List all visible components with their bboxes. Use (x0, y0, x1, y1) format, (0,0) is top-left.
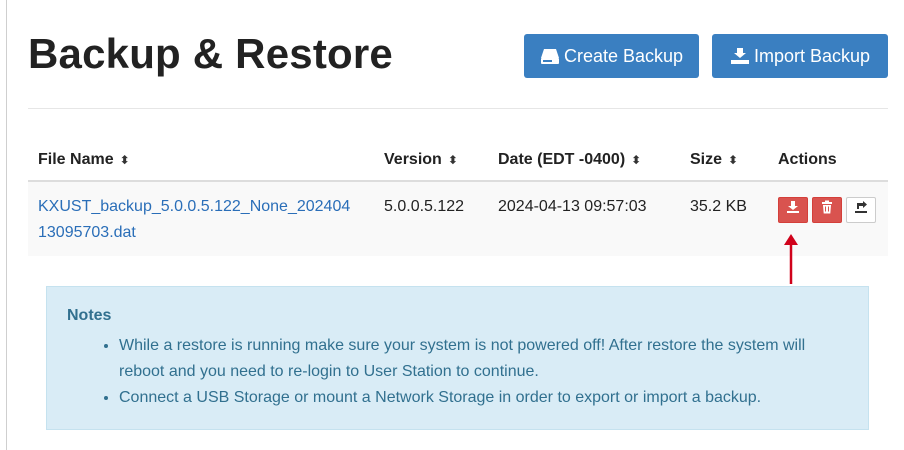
notes-panel: Notes While a restore is running make su… (46, 286, 869, 430)
table-row: KXUST_backup_5.0.0.5.122_None_2024041309… (28, 181, 888, 256)
file-name-header-label: File Name (38, 151, 114, 168)
table-header-row: File Name ⬍ Version ⬍ Date (EDT -0400) ⬍ Si… (28, 138, 888, 182)
file-name-cell: KXUST_backup_5.0.0.5.122_None_2024041309… (28, 181, 374, 256)
download-icon (786, 197, 800, 223)
sort-icon: ⬍ (447, 153, 458, 167)
column-header-actions: Actions (768, 138, 888, 182)
import-backup-button[interactable]: Import Backup (712, 34, 888, 78)
size-header-label: Size (690, 151, 723, 168)
export-icon (854, 197, 868, 223)
date-cell: 2024-04-13 09:57:03 (488, 181, 680, 256)
column-header-date[interactable]: Date (EDT -0400) ⬍ (488, 138, 680, 182)
sort-icon: ⬍ (631, 153, 642, 167)
left-border (6, 0, 7, 450)
restore-download-button[interactable] (778, 197, 808, 223)
size-cell: 35.2 KB (680, 181, 768, 256)
column-header-version[interactable]: Version ⬍ (374, 138, 488, 182)
backup-file-link[interactable]: KXUST_backup_5.0.0.5.122_None_2024041309… (38, 194, 358, 246)
page-title: Backup & Restore (28, 30, 393, 77)
import-backup-label: Import Backup (753, 45, 871, 66)
column-header-size[interactable]: Size ⬍ (680, 138, 768, 182)
import-icon (730, 47, 750, 65)
sort-icon: ⬍ (728, 153, 739, 167)
version-cell: 5.0.0.5.122 (374, 181, 488, 256)
list-item: While a restore is running make sure you… (119, 333, 848, 385)
actions-header-label: Actions (778, 151, 837, 168)
create-backup-button[interactable]: Create Backup (524, 34, 699, 78)
title-divider (28, 108, 888, 109)
sort-icon: ⬍ (119, 153, 130, 167)
delete-button[interactable] (812, 197, 842, 223)
export-button[interactable] (846, 197, 876, 223)
version-header-label: Version (384, 151, 442, 168)
trash-icon (820, 197, 834, 223)
annotation-arrow-icon (784, 234, 798, 284)
hard-drive-icon (540, 47, 560, 65)
notes-list: While a restore is running make sure you… (67, 333, 848, 411)
list-item: Connect a USB Storage or mount a Network… (119, 385, 848, 411)
backup-table: File Name ⬍ Version ⬍ Date (EDT -0400) ⬍ Si… (28, 138, 888, 256)
date-header-label: Date (EDT -0400) (498, 151, 626, 168)
column-header-file-name[interactable]: File Name ⬍ (28, 138, 374, 182)
notes-title: Notes (67, 307, 112, 324)
create-backup-label: Create Backup (563, 45, 684, 66)
